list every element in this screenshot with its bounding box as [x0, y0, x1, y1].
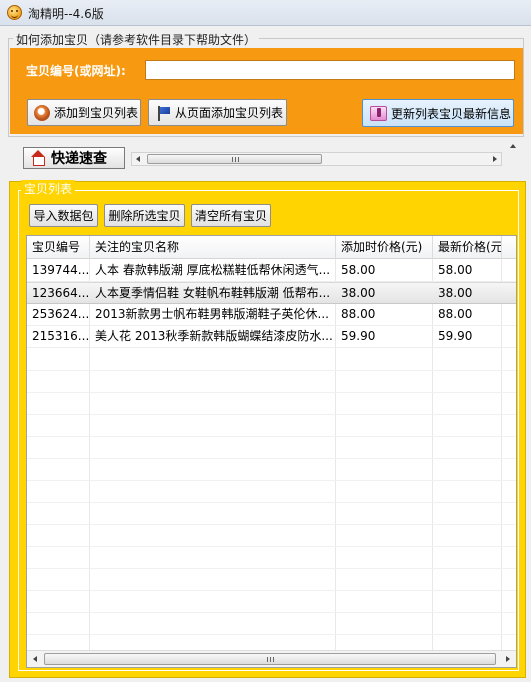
empty-row-line — [27, 634, 516, 635]
cell-name: 2013新款男士帆布鞋男韩版潮鞋子英伦休... — [95, 307, 329, 321]
empty-row-line — [27, 392, 516, 393]
delete-selected-button[interactable]: 删除所选宝贝 — [104, 204, 185, 227]
refresh-latest-info-button[interactable]: 更新列表宝贝最新信息 — [362, 99, 514, 127]
app-smiley-icon — [7, 5, 22, 20]
empty-row-line — [27, 612, 516, 613]
list-horizontal-scrollbar[interactable] — [27, 650, 516, 667]
empty-row-line — [27, 414, 516, 415]
cell-name: 人本夏季情侣鞋 女鞋帆布鞋韩版潮 低帮布... — [95, 286, 331, 300]
scroll-up-arrow-icon[interactable] — [510, 144, 516, 148]
cell-name: 美人花 2013秋季新款韩版蝴蝶结漆皮防水... — [95, 329, 333, 343]
scroll-left-arrow-icon[interactable] — [33, 656, 37, 662]
empty-row-line — [27, 458, 516, 459]
flag-icon — [155, 105, 171, 121]
cell-latest-price: 38.00 — [438, 286, 473, 300]
item-id-label: 宝贝编号(或网址): — [26, 64, 126, 78]
grip-icon — [231, 157, 239, 162]
express-lookup-button[interactable]: 快递速查 — [23, 147, 125, 169]
table-row[interactable]: 215316... 美人花 2013秋季新款韩版蝴蝶结漆皮防水... 59.90… — [27, 326, 516, 348]
top-horizontal-scrollbar[interactable] — [131, 152, 502, 166]
scroll-left-arrow-icon[interactable] — [136, 156, 140, 162]
cell-id: 123664... — [32, 286, 89, 300]
add-icon — [34, 104, 50, 121]
column-header-latest-price[interactable]: 最新价格(元) — [433, 236, 502, 259]
add-item-group-label: 如何添加宝贝（请参考软件目录下帮助文件） — [13, 31, 260, 48]
empty-row-line — [27, 568, 516, 569]
cell-latest-price: 88.00 — [438, 307, 473, 321]
item-list-group-label: 宝贝列表 — [21, 180, 76, 197]
grip-icon — [267, 657, 274, 662]
item-list-view[interactable]: 宝贝编号 关注的宝贝名称 添加时价格(元) 最新价格(元) 139744... … — [26, 235, 517, 668]
add-from-page-button[interactable]: 从页面添加宝贝列表 — [148, 99, 287, 126]
column-header-filler — [502, 236, 516, 259]
cell-latest-price: 58.00 — [438, 263, 473, 277]
home-icon — [29, 150, 47, 166]
cell-added-price: 88.00 — [341, 307, 376, 321]
scroll-thumb[interactable] — [147, 154, 322, 164]
cell-latest-price: 59.90 — [438, 329, 473, 343]
empty-row-line — [27, 590, 516, 591]
cell-name: 人本 春款韩版潮 厚底松糕鞋低帮休闲透气... — [95, 263, 331, 277]
scroll-thumb[interactable] — [44, 653, 496, 665]
item-id-input[interactable] — [145, 60, 515, 80]
cell-id: 253624... — [32, 307, 89, 321]
empty-row-line — [27, 370, 516, 371]
refresh-icon — [369, 104, 387, 122]
clear-all-button[interactable]: 清空所有宝贝 — [191, 204, 271, 227]
table-row[interactable]: 139744... 人本 春款韩版潮 厚底松糕鞋低帮休闲透气... 58.00 … — [27, 260, 516, 282]
column-header-id[interactable]: 宝贝编号 — [27, 236, 90, 259]
table-row[interactable]: 253624... 2013新款男士帆布鞋男韩版潮鞋子英伦休... 88.00 … — [27, 304, 516, 326]
scroll-right-arrow-icon[interactable] — [506, 656, 510, 662]
add-to-list-button[interactable]: 添加到宝贝列表 — [27, 99, 141, 126]
empty-row-line — [27, 546, 516, 547]
column-header-added-price[interactable]: 添加时价格(元) — [336, 236, 433, 259]
list-header: 宝贝编号 关注的宝贝名称 添加时价格(元) 最新价格(元) — [27, 236, 516, 259]
title-bar: 淘精明--4.6版 — [0, 0, 531, 26]
empty-row-line — [27, 436, 516, 437]
empty-row-line — [27, 480, 516, 481]
cell-added-price: 58.00 — [341, 263, 376, 277]
cell-id: 215316... — [32, 329, 89, 343]
cell-added-price: 38.00 — [341, 286, 376, 300]
column-header-name[interactable]: 关注的宝贝名称 — [90, 236, 336, 259]
cell-id: 139744... — [32, 263, 89, 277]
scroll-right-arrow-icon[interactable] — [493, 156, 497, 162]
empty-row-line — [27, 502, 516, 503]
import-data-button[interactable]: 导入数据包 — [29, 204, 98, 227]
window-title: 淘精明--4.6版 — [28, 7, 104, 21]
cell-added-price: 59.90 — [341, 329, 376, 343]
table-row-selected[interactable]: 123664... 人本夏季情侣鞋 女鞋帆布鞋韩版潮 低帮布... 38.00 … — [27, 282, 516, 304]
empty-row-line — [27, 524, 516, 525]
